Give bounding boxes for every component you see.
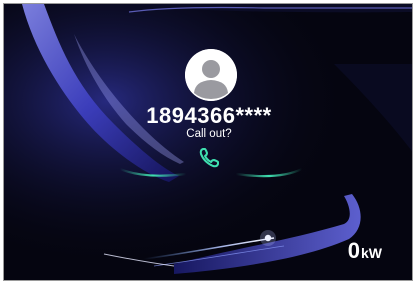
call-button[interactable] (197, 146, 223, 170)
power-value: 0 (347, 238, 360, 263)
caller-number: 1894366**** (146, 103, 272, 128)
phone-handset-icon (199, 148, 219, 168)
call-out-prompt: Call out? (186, 128, 232, 140)
contact-avatar-icon (185, 49, 237, 101)
dashboard-display: 1894366**** Call out? 0kW (3, 3, 413, 281)
power-unit: kW (361, 245, 382, 261)
power-readout: 0kW (348, 238, 382, 264)
